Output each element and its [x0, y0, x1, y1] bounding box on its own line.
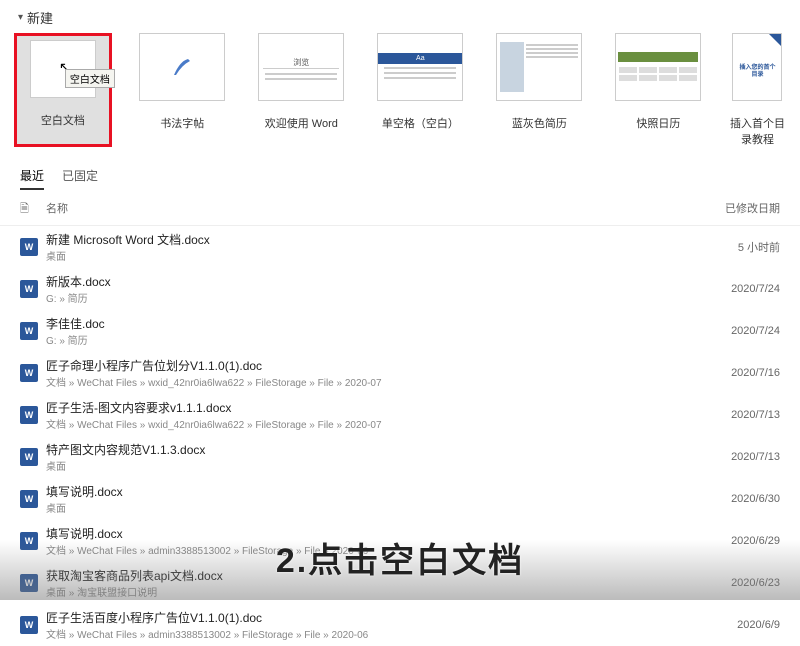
file-info: 新建 Microsoft Word 文档.docx桌面: [46, 231, 708, 263]
word-file-icon: W: [20, 490, 46, 508]
date-column-header: 已修改日期: [708, 200, 780, 219]
template-thumb: 浏览: [258, 33, 344, 101]
template-calligraphy[interactable]: 书法字帖: [134, 33, 231, 147]
file-date: 2020/6/29: [708, 535, 780, 547]
word-file-icon: W: [20, 238, 46, 256]
file-path: 文档 » WeChat Files » admin3388513002 » Fi…: [46, 626, 708, 641]
file-name: 匠子命理小程序广告位划分V1.1.0(1).doc: [46, 357, 708, 374]
file-info: 填写说明.docx桌面: [46, 483, 708, 515]
chevron-down-icon: ▾: [18, 12, 23, 23]
template-calendar[interactable]: 快照日历: [610, 33, 707, 147]
template-thumb: Aa: [377, 33, 463, 101]
word-file-icon: W: [20, 322, 46, 340]
name-column-header: 名称: [46, 200, 708, 219]
word-file-icon: W: [20, 406, 46, 424]
file-row[interactable]: W填写说明.docx桌面2020/6/30: [0, 478, 800, 520]
file-row[interactable]: W新版本.docxG: » 简历2020/7/24: [0, 268, 800, 310]
file-row[interactable]: W匠子命理小程序广告位划分V1.1.0(1).doc文档 » WeChat Fi…: [0, 352, 800, 394]
word-file-icon: W: [20, 574, 46, 592]
file-icon-header: 🗎: [20, 200, 46, 219]
file-date: 2020/6/9: [708, 619, 780, 631]
file-name: 新版本.docx: [46, 273, 708, 290]
file-path: 桌面: [46, 458, 708, 473]
template-label: 单空格（空白）: [372, 115, 469, 131]
tab-pinned[interactable]: 已固定: [62, 167, 98, 190]
file-info: 特产图文内容规范V1.1.3.docx桌面: [46, 441, 708, 473]
template-thumb: [615, 33, 701, 101]
file-row[interactable]: W匠子生活百度小程序广告位V1.1.0(1).doc文档 » WeChat Fi…: [0, 604, 800, 646]
recent-tabs: 最近 已固定: [0, 167, 800, 190]
file-path: G: » 简历: [46, 332, 708, 347]
file-row[interactable]: W李佳佳.docG: » 简历2020/7/24: [0, 310, 800, 352]
template-toc-tutorial[interactable]: 插入您的首个目录 插入首个目录教程: [729, 33, 786, 147]
template-thumb: ↖ 空白文档: [30, 40, 96, 98]
file-row[interactable]: W匠子生活-图文内容要求v1.1.1.docx文档 » WeChat Files…: [0, 394, 800, 436]
word-file-icon: W: [20, 280, 46, 298]
file-info: 匠子命理小程序广告位划分V1.1.0(1).doc文档 » WeChat Fil…: [46, 357, 708, 389]
template-thumb: [139, 33, 225, 101]
word-file-icon: W: [20, 532, 46, 550]
word-file-icon: W: [20, 616, 46, 634]
file-info: 李佳佳.docG: » 简历: [46, 315, 708, 347]
template-thumb: 插入您的首个目录: [732, 33, 782, 101]
file-list: W新建 Microsoft Word 文档.docx桌面5 小时前W新版本.do…: [0, 226, 800, 646]
file-date: 2020/7/13: [708, 451, 780, 463]
template-tooltip: 空白文档: [65, 69, 115, 88]
file-path: 文档 » WeChat Files » wxid_42nr0ia6lwa622 …: [46, 416, 708, 431]
template-label: 空白文档: [21, 112, 105, 128]
file-path: 文档 » WeChat Files » wxid_42nr0ia6lwa622 …: [46, 374, 708, 389]
file-info: 匠子生活百度小程序广告位V1.1.0(1).doc文档 » WeChat Fil…: [46, 609, 708, 641]
word-file-icon: W: [20, 364, 46, 382]
template-welcome-word[interactable]: 浏览 欢迎使用 Word: [253, 33, 350, 147]
section-title: 新建: [27, 8, 53, 27]
file-date: 2020/7/24: [708, 283, 780, 295]
word-file-icon: W: [20, 448, 46, 466]
template-label: 插入首个目录教程: [729, 115, 786, 147]
file-row[interactable]: W新建 Microsoft Word 文档.docx桌面5 小时前: [0, 226, 800, 268]
file-name: 匠子生活-图文内容要求v1.1.1.docx: [46, 399, 708, 416]
file-row[interactable]: W特产图文内容规范V1.1.3.docx桌面2020/7/13: [0, 436, 800, 478]
file-date: 2020/6/23: [708, 577, 780, 589]
file-name: 新建 Microsoft Word 文档.docx: [46, 231, 708, 248]
file-name: 李佳佳.doc: [46, 315, 708, 332]
template-label: 蓝灰色简历: [491, 115, 588, 131]
template-resume[interactable]: 蓝灰色简历: [491, 33, 588, 147]
template-gallery: ↖ 空白文档 空白文档 书法字帖 浏览 欢迎使用 Word Aa 单空格（空白）…: [0, 33, 800, 167]
file-date: 2020/7/16: [708, 367, 780, 379]
template-label: 书法字帖: [134, 115, 231, 131]
file-name: 匠子生活百度小程序广告位V1.1.0(1).doc: [46, 609, 708, 626]
file-list-header: 🗎 名称 已修改日期: [0, 190, 800, 226]
file-info: 新版本.docxG: » 简历: [46, 273, 708, 305]
file-path: G: » 简历: [46, 290, 708, 305]
template-blank-document[interactable]: ↖ 空白文档 空白文档: [14, 33, 112, 147]
template-thumb: [496, 33, 582, 101]
file-info: 匠子生活-图文内容要求v1.1.1.docx文档 » WeChat Files …: [46, 399, 708, 431]
file-name: 填写说明.docx: [46, 483, 708, 500]
file-date: 2020/6/30: [708, 493, 780, 505]
file-path: 桌面: [46, 248, 708, 263]
file-date: 2020/7/13: [708, 409, 780, 421]
file-date: 2020/7/24: [708, 325, 780, 337]
file-path: 桌面: [46, 500, 708, 515]
file-name: 特产图文内容规范V1.1.3.docx: [46, 441, 708, 458]
template-single-space[interactable]: Aa 单空格（空白）: [372, 33, 469, 147]
template-label: 欢迎使用 Word: [253, 115, 350, 131]
file-path: 桌面 » 淘宝联盟接口说明: [46, 584, 708, 599]
template-label: 快照日历: [610, 115, 707, 131]
tab-recent[interactable]: 最近: [20, 167, 44, 190]
file-date: 5 小时前: [708, 239, 780, 255]
instruction-overlay: 2.点击空白文档: [276, 533, 524, 582]
section-header: ▾ 新建: [0, 0, 800, 33]
